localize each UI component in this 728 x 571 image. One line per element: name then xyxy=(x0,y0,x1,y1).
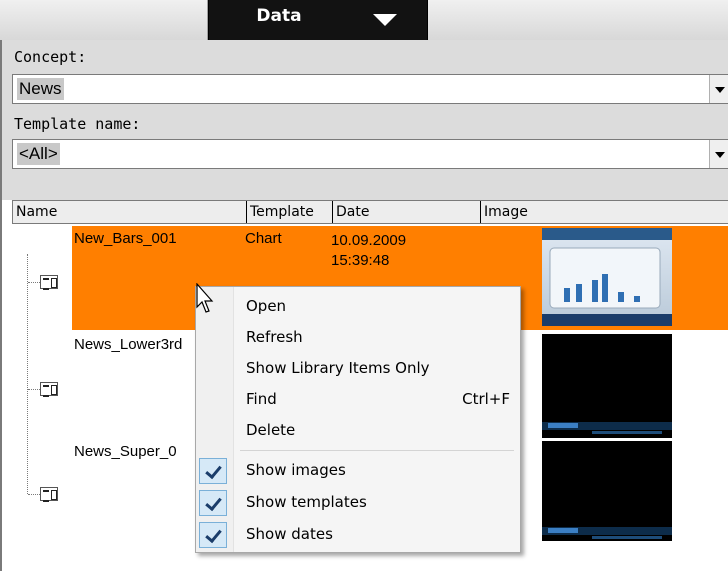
item-thumbnail xyxy=(542,441,672,541)
dropdown-arrow-icon[interactable] xyxy=(373,14,397,26)
menu-item-label: Open xyxy=(246,297,287,315)
menu-item-label: Show Library Items Only xyxy=(246,359,430,377)
menu-item-delete[interactable]: Delete xyxy=(196,416,520,444)
tab-right[interactable] xyxy=(428,0,728,40)
top-tab-bar: Data xyxy=(0,0,728,40)
menu-item-show-templates[interactable]: Show templates xyxy=(196,488,520,516)
column-header-template[interactable]: Template xyxy=(247,201,333,223)
column-header-name[interactable]: Name xyxy=(13,201,247,223)
template-name-value: <All> xyxy=(17,143,60,165)
context-menu: Open Refresh Show Library Items Only Fin… xyxy=(195,286,521,553)
menu-item-shortcut: Ctrl+F xyxy=(462,390,510,408)
menu-item-label: Show images xyxy=(246,461,346,479)
menu-separator xyxy=(240,450,514,451)
menu-item-label: Refresh xyxy=(246,328,303,346)
menu-item-open[interactable]: Open xyxy=(196,292,520,320)
menu-item-label: Show dates xyxy=(246,525,333,543)
template-node-icon xyxy=(40,487,58,502)
filter-panel: Concept: News Template name: <All> xyxy=(0,40,728,200)
column-header-image[interactable]: Image xyxy=(481,201,728,223)
tab-left[interactable] xyxy=(0,0,208,40)
column-header-date[interactable]: Date xyxy=(333,201,481,223)
template-name-label: Template name: xyxy=(14,115,141,133)
checkmark-icon xyxy=(199,522,227,548)
item-date: 10.09.2009 xyxy=(331,232,407,249)
menu-item-label: Show templates xyxy=(246,493,367,511)
item-name: News_Lower3rd xyxy=(74,336,183,353)
item-template: Chart xyxy=(245,230,282,247)
tree-branch xyxy=(28,494,40,495)
list-header: Name Template Date Image xyxy=(12,200,728,224)
menu-item-show-images[interactable]: Show images xyxy=(196,456,520,484)
item-name: News_Super_0 xyxy=(74,443,177,460)
item-thumbnail xyxy=(542,228,672,326)
menu-item-show-library-items-only[interactable]: Show Library Items Only xyxy=(196,354,520,382)
super-thumbnail-image xyxy=(542,441,672,541)
chevron-down-icon[interactable] xyxy=(709,140,728,168)
lower-third-thumbnail-image xyxy=(542,334,672,438)
tree-connector xyxy=(27,254,28,494)
menu-item-label: Find xyxy=(246,390,277,408)
menu-item-find[interactable]: Find Ctrl+F xyxy=(196,385,520,413)
menu-item-refresh[interactable]: Refresh xyxy=(196,323,520,351)
chevron-down-icon[interactable] xyxy=(709,75,728,103)
menu-item-label: Delete xyxy=(246,421,296,439)
template-node-icon xyxy=(40,275,58,290)
concept-value: News xyxy=(17,78,64,100)
template-name-select[interactable]: <All> xyxy=(12,139,728,169)
chart-thumbnail-image xyxy=(542,228,672,326)
item-time: 15:39:48 xyxy=(331,252,390,269)
checkmark-icon xyxy=(199,458,227,484)
concept-select[interactable]: News xyxy=(12,74,728,104)
mouse-cursor-icon xyxy=(196,283,214,313)
tree-branch xyxy=(28,389,40,390)
tab-data-label: Data xyxy=(256,6,302,26)
item-name: New_Bars_001 xyxy=(74,230,177,247)
tree-branch xyxy=(28,282,40,283)
template-node-icon xyxy=(40,382,58,397)
item-thumbnail xyxy=(542,334,672,438)
checkmark-icon xyxy=(199,490,227,516)
tab-data[interactable]: Data xyxy=(208,0,428,40)
menu-item-show-dates[interactable]: Show dates xyxy=(196,520,520,548)
concept-label: Concept: xyxy=(14,48,87,66)
